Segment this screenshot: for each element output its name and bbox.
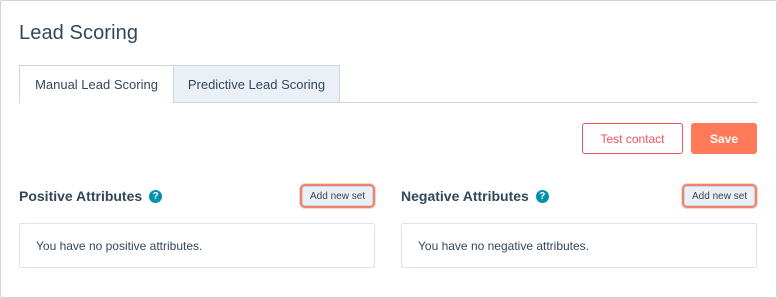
negative-attributes-heading: Negative Attributes ? xyxy=(401,188,549,204)
positive-empty-text: You have no positive attributes. xyxy=(36,238,203,253)
positive-attributes-panel: You have no positive attributes. xyxy=(19,223,375,268)
tab-manual-lead-scoring[interactable]: Manual Lead Scoring xyxy=(19,65,174,103)
page-title: Lead Scoring xyxy=(19,22,139,44)
tab-predictive-lead-scoring[interactable]: Predictive Lead Scoring xyxy=(174,65,340,102)
negative-attributes-title: Negative Attributes xyxy=(401,188,529,204)
add-negative-set-button[interactable]: Add new set xyxy=(684,186,756,206)
test-contact-button[interactable]: Test contact xyxy=(582,123,683,154)
tab-bar: Manual Lead Scoring Predictive Lead Scor… xyxy=(19,65,340,103)
help-icon[interactable]: ? xyxy=(149,189,163,203)
positive-attributes-title: Positive Attributes xyxy=(19,188,143,204)
negative-attributes-panel: You have no negative attributes. xyxy=(401,223,757,268)
negative-empty-text: You have no negative attributes. xyxy=(418,238,590,253)
help-icon[interactable]: ? xyxy=(535,189,549,203)
save-button[interactable]: Save xyxy=(691,123,757,154)
add-positive-set-button[interactable]: Add new set xyxy=(302,186,374,206)
positive-attributes-heading: Positive Attributes ? xyxy=(19,188,163,204)
